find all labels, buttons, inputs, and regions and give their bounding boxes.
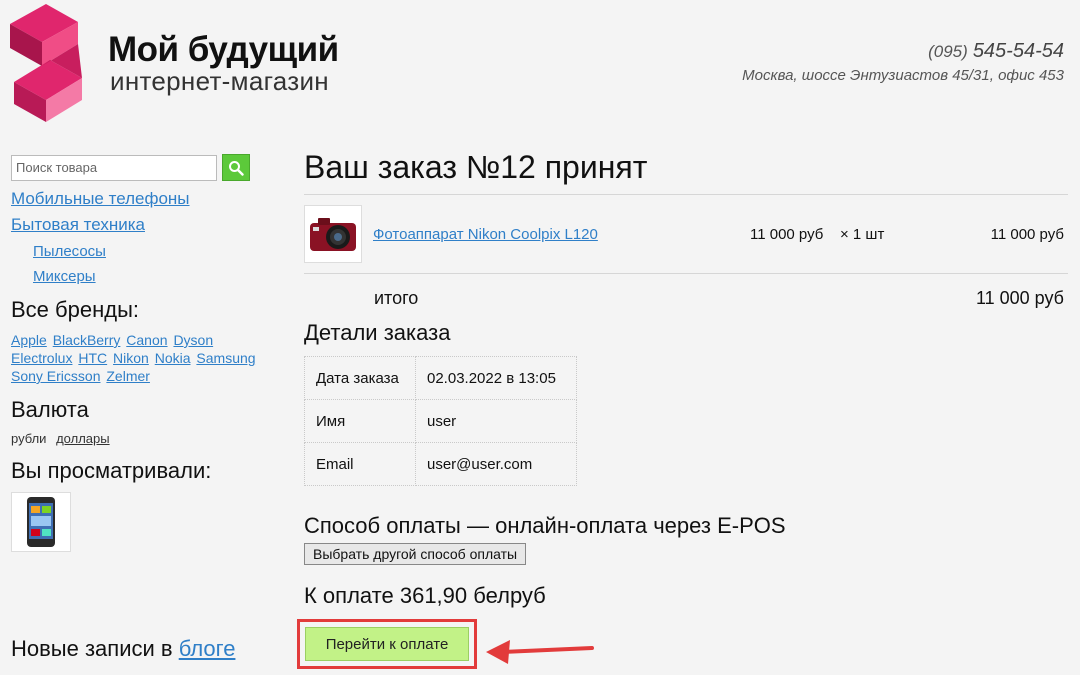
details-heading: Детали заказа bbox=[304, 320, 451, 345]
amount-to-pay: К оплате 361,90 белруб bbox=[304, 583, 546, 608]
product-thumb[interactable] bbox=[304, 205, 362, 263]
arrow-icon bbox=[486, 640, 594, 664]
item-price: 11 000 руб bbox=[750, 226, 824, 243]
table-row: Email user@user.com bbox=[304, 442, 577, 486]
table-row: Имя user bbox=[304, 399, 577, 443]
brand-link-nikon[interactable]: Nikon bbox=[113, 350, 149, 366]
brand-link-htc[interactable]: HTC bbox=[78, 350, 107, 366]
main-content: Ваш заказ №12 принят Фотоаппарат Nikon C… bbox=[304, 148, 1068, 609]
brand-link-electrolux[interactable]: Electrolux bbox=[11, 350, 72, 366]
phone-code: (095) bbox=[928, 42, 968, 61]
detail-key: Дата заказа bbox=[304, 356, 416, 400]
currency-rub: рубли bbox=[11, 431, 47, 446]
currency-heading: Валюта bbox=[11, 397, 89, 422]
phone-image-icon bbox=[27, 497, 55, 547]
payment-method: Способ оплаты — онлайн-оплата через E-PO… bbox=[304, 513, 786, 538]
brand-link-dyson[interactable]: Dyson bbox=[173, 332, 213, 348]
viewed-heading: Вы просматривали: bbox=[11, 458, 212, 483]
brand-link-apple[interactable]: Apple bbox=[11, 332, 47, 348]
detail-value: 02.03.2022 в 13:05 bbox=[415, 356, 577, 400]
phone-number: 545-54-54 bbox=[972, 40, 1064, 62]
brands-heading: Все бренды: bbox=[11, 297, 140, 322]
subcategory-mixers[interactable]: Миксеры bbox=[33, 268, 271, 285]
product-link[interactable]: Фотоаппарат Nikon Coolpix L120 bbox=[373, 226, 598, 243]
blog-prefix: Новые записи в bbox=[11, 636, 173, 661]
search-button[interactable] bbox=[222, 154, 250, 181]
brand-link-zelmer[interactable]: Zelmer bbox=[106, 368, 150, 384]
brand-link-blackberry[interactable]: BlackBerry bbox=[53, 332, 121, 348]
search-input[interactable] bbox=[11, 154, 217, 181]
order-total-row: итого 11 000 руб bbox=[304, 274, 1068, 320]
category-appliances[interactable]: Бытовая техника bbox=[11, 215, 271, 235]
brand-link-nokia[interactable]: Nokia bbox=[155, 350, 191, 366]
brand-subtitle: интернет-магазин bbox=[110, 66, 329, 96]
search-form bbox=[11, 154, 271, 181]
item-total: 11 000 руб bbox=[990, 226, 1064, 243]
logo-icon bbox=[10, 4, 82, 122]
subcategory-vacuums[interactable]: Пылесосы bbox=[33, 243, 271, 260]
search-icon bbox=[229, 160, 244, 176]
pay-button[interactable]: Перейти к оплате bbox=[305, 627, 469, 661]
brand-title: Мой будущий bbox=[108, 30, 339, 69]
blog-notice: Новые записи в блоге bbox=[11, 636, 235, 662]
currency-usd-link[interactable]: доллары bbox=[56, 431, 110, 446]
pay-button-highlight: Перейти к оплате bbox=[297, 619, 477, 669]
item-quantity: × 1 шт bbox=[840, 226, 885, 243]
brand-link-sony-ericsson[interactable]: Sony Ericsson bbox=[11, 368, 100, 384]
brand-link-samsung[interactable]: Samsung bbox=[196, 350, 255, 366]
detail-key: Имя bbox=[304, 399, 416, 443]
detail-value: user@user.com bbox=[415, 442, 577, 486]
detail-value: user bbox=[415, 399, 577, 443]
viewed-product-thumb[interactable] bbox=[11, 492, 71, 552]
phone: (095) 545-54-54 bbox=[742, 40, 1064, 63]
currency-switcher: рубли доллары bbox=[11, 431, 271, 446]
address: Москва, шоссе Энтузиастов 45/31, офис 45… bbox=[742, 67, 1064, 84]
blog-link[interactable]: блоге bbox=[179, 636, 236, 661]
total-label: итого bbox=[374, 288, 419, 308]
table-row: Дата заказа 02.03.2022 в 13:05 bbox=[304, 356, 577, 400]
contacts: (095) 545-54-54 Москва, шоссе Энтузиасто… bbox=[742, 40, 1064, 84]
camera-image-icon bbox=[310, 218, 356, 251]
category-mobile-phones[interactable]: Мобильные телефоны bbox=[11, 189, 271, 209]
sidebar: Мобильные телефоны Бытовая техника Пылес… bbox=[11, 154, 271, 552]
brand-link-canon[interactable]: Canon bbox=[126, 332, 167, 348]
total-value: 11 000 руб bbox=[975, 288, 1064, 308]
brands-list: Apple BlackBerry Canon Dyson Electrolux … bbox=[11, 331, 271, 385]
store-logo[interactable] bbox=[10, 4, 82, 122]
page-title: Ваш заказ №12 принят bbox=[304, 149, 648, 185]
order-item-row: Фотоаппарат Nikon Coolpix L120 11 000 ру… bbox=[304, 195, 1068, 273]
detail-key: Email bbox=[304, 442, 416, 486]
change-payment-button[interactable]: Выбрать другой способ оплаты bbox=[304, 543, 527, 565]
order-details-table: Дата заказа 02.03.2022 в 13:05 Имя user … bbox=[304, 356, 577, 486]
